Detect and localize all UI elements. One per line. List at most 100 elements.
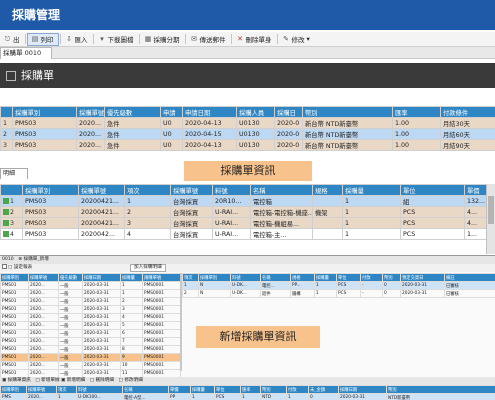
column-header[interactable]: 申請 bbox=[160, 106, 183, 118]
table-cell: 2020... bbox=[28, 305, 59, 314]
table-cell: 急件 bbox=[104, 117, 161, 129]
column-header[interactable]: 採購單別 bbox=[22, 184, 79, 196]
column-header[interactable]: 項次 bbox=[182, 273, 199, 282]
tab-purchase-order[interactable]: 採購單 0010 bbox=[0, 47, 52, 59]
column-header[interactable]: 採購單別 bbox=[12, 106, 77, 118]
column-header[interactable]: 單位 bbox=[336, 273, 361, 282]
exit-button[interactable]: ⎋ 出 bbox=[0, 33, 24, 46]
column-header[interactable]: 付款 bbox=[360, 273, 383, 282]
table-row-selected[interactable]: PMS01 2020... 一般 2020-03-31 9 PMS0001 bbox=[0, 353, 181, 362]
column-header[interactable]: 規格 bbox=[290, 273, 315, 282]
column-header[interactable]: 匯率 bbox=[240, 385, 261, 394]
table-row-selected[interactable]: 2 PMS03 2020... 急件 U0 2020-04-15 U0130 2… bbox=[0, 128, 495, 140]
column-header[interactable]: 採購單別 bbox=[0, 385, 27, 394]
delete-detail-button[interactable]: ✕ 刪除單身 bbox=[233, 33, 276, 46]
column-header[interactable]: 規格 bbox=[312, 184, 343, 196]
column-header[interactable]: 採購單號 bbox=[26, 385, 57, 394]
column-header[interactable]: 付款 bbox=[286, 385, 309, 394]
inset-action-bar[interactable]: ▣ 採購單資訊 □ 新增單據 ▣ 新增明細 □ 刪除明細 □ 修改明細 bbox=[0, 377, 495, 385]
column-header[interactable]: 採購量 bbox=[342, 184, 401, 196]
column-header[interactable]: 單位 bbox=[214, 385, 241, 394]
column-header[interactable]: 名稱 bbox=[260, 273, 291, 282]
table-row[interactable]: PMS01 2020... 一般 2020-03-31 2 PMS0001 bbox=[0, 297, 181, 306]
column-header[interactable]: 採購量 bbox=[314, 273, 337, 282]
column-header[interactable]: 單位 bbox=[400, 184, 465, 196]
column-header[interactable] bbox=[0, 184, 23, 196]
edit-button[interactable]: ✎ 修改 ▾ bbox=[279, 33, 314, 46]
detail-scrollbar[interactable] bbox=[486, 184, 495, 254]
table-cell: 新台幣 NTD新臺幣 bbox=[302, 128, 393, 140]
column-header[interactable]: 項次 bbox=[124, 184, 171, 196]
import-button[interactable]: ⇩ 匯入 bbox=[62, 33, 92, 46]
column-header[interactable]: 料號 bbox=[212, 184, 251, 196]
column-header[interactable] bbox=[0, 106, 13, 118]
column-header[interactable]: 料號 bbox=[76, 385, 123, 394]
table-cell: 9 bbox=[120, 353, 143, 362]
column-header[interactable]: 採購日期 bbox=[338, 385, 387, 394]
column-header[interactable]: 優先級數 bbox=[104, 106, 161, 118]
table-row[interactable]: PMS01 2020... 一般 2020-03-31 6 PMS0001 bbox=[0, 329, 181, 338]
column-header[interactable]: 未_金額 bbox=[308, 385, 339, 394]
column-header[interactable]: 付款條件 bbox=[440, 106, 495, 118]
column-header[interactable]: 幣別 bbox=[260, 385, 287, 394]
add-detail-button[interactable]: 加入採購明細 bbox=[130, 264, 166, 272]
table-row[interactable]: PMS01 2020... 一般 2020-03-31 3 PMS0001 bbox=[0, 305, 181, 314]
column-header[interactable]: 申請日期 bbox=[182, 106, 237, 118]
table-row[interactable]: 2 PMS03 20200421... 2 台灣採買 U-RAI... 電控箱-… bbox=[0, 206, 495, 218]
table-row[interactable]: PMS01 2020... 一般 2020-03-31 1 PMS0001 bbox=[0, 281, 181, 290]
column-header[interactable]: 幣別 bbox=[382, 273, 401, 282]
column-header[interactable]: 採購單號 bbox=[28, 273, 59, 282]
column-header[interactable]: 請購單號 bbox=[142, 273, 181, 282]
column-header[interactable]: 採購單別 bbox=[0, 273, 29, 282]
table-row[interactable]: PMS01 2020... 一般 2020-03-31 5 PMS0001 bbox=[0, 321, 181, 330]
calendar-icon: ▦ bbox=[144, 34, 152, 43]
column-header[interactable]: 名稱 bbox=[122, 385, 169, 394]
column-header[interactable]: 幣別 bbox=[302, 106, 393, 118]
table-row[interactable]: PMS01 2020... 一般 2020-03-31 4 PMS0001 bbox=[0, 313, 181, 322]
download-image-button[interactable]: ▾ 下載圖檔 bbox=[95, 33, 138, 46]
table-cell: 1 bbox=[120, 289, 143, 298]
table-row-selected[interactable]: 1 N U-DK... 電控... PP... 1 PCS -0 2020-03-31 已審核 bbox=[182, 281, 495, 290]
column-header[interactable]: 採購單號 bbox=[78, 184, 125, 196]
column-header[interactable]: 項次 bbox=[56, 385, 77, 394]
row-number: 2 bbox=[0, 128, 13, 140]
column-header[interactable]: 備註 bbox=[444, 273, 495, 282]
column-header[interactable]: 單價 bbox=[168, 385, 191, 394]
column-header[interactable]: 料號 bbox=[230, 273, 261, 282]
table-cell: 2020... bbox=[28, 361, 59, 370]
column-header[interactable]: 匯率 bbox=[392, 106, 441, 118]
table-cell: 2020-03-31 bbox=[82, 361, 121, 370]
print-button[interactable]: ▤ 列印 bbox=[26, 32, 59, 46]
table-row[interactable]: 4 PMS03 2020042... 4 台灣採買 U-RAI... 電控箱-主… bbox=[0, 228, 495, 240]
column-header[interactable]: 採購單號 bbox=[170, 184, 213, 196]
table-cell: 新台幣 NTD新臺幣 bbox=[302, 139, 393, 151]
table-row[interactable]: PMS01 2020... 一般 2020-03-31 10 PMS0001 bbox=[0, 361, 181, 370]
column-header[interactable]: 採購單別 bbox=[198, 273, 231, 282]
tab-details[interactable]: 明細 bbox=[0, 168, 28, 179]
table-row[interactable]: 2 N U-DK... 鋁件 鐵構 1 PCS -0 2020-03-31 已審核 bbox=[182, 289, 495, 298]
column-header[interactable]: 採購單號 bbox=[76, 106, 105, 118]
column-header[interactable]: 採購人員 bbox=[236, 106, 275, 118]
scrollbar-thumb[interactable] bbox=[488, 196, 494, 224]
table-row[interactable]: 3 PMS03 2020... 急件 U0 2020-04-13 U0130 2… bbox=[0, 139, 495, 151]
installment-button[interactable]: ▦ 採購分期 bbox=[141, 33, 184, 46]
column-header[interactable]: 採購量 bbox=[190, 385, 215, 394]
column-header[interactable]: 優先級數 bbox=[58, 273, 83, 282]
table-row-selected[interactable]: PMS 2020... 1 U-DK100... 電控-A型... PP 1 PCS 1 NTD 1… bbox=[0, 393, 495, 400]
checkbox[interactable] bbox=[2, 264, 7, 269]
column-header[interactable]: 名稱 bbox=[250, 184, 313, 196]
table-row-selected[interactable]: 1 PMS03 20200421... 1 台灣採買 20R10... 電控箱 … bbox=[0, 195, 495, 207]
inset-tabstrip[interactable]: 0010 ⊗ 採購單_新增 bbox=[0, 256, 495, 264]
column-header[interactable]: 預定交貨日 bbox=[400, 273, 445, 282]
column-header[interactable]: 採購日期 bbox=[82, 273, 121, 282]
section-header: 採購單 bbox=[0, 63, 495, 88]
column-header[interactable]: 採購日 bbox=[274, 106, 303, 118]
column-header[interactable]: 採購量 bbox=[120, 273, 143, 282]
table-row[interactable]: PMS01 2020... 一般 2020-03-31 1 PMS0001 bbox=[0, 289, 181, 298]
table-row[interactable]: PMS01 2020... 一般 2020-03-31 8 PMS0001 bbox=[0, 345, 181, 354]
send-mail-button[interactable]: ✉ 傳送郵件 bbox=[187, 33, 230, 46]
column-header[interactable]: 幣別 bbox=[386, 385, 495, 394]
table-row[interactable]: 1 PMS03 2020... 急件 U0 2020-04-13 U0130 2… bbox=[0, 117, 495, 129]
table-row[interactable]: PMS01 2020... 一般 2020-03-31 7 PMS0001 bbox=[0, 337, 181, 346]
table-row[interactable]: 3 PMS03 20200421... 3 台灣採買 U-RAI... 電控箱-… bbox=[0, 217, 495, 229]
